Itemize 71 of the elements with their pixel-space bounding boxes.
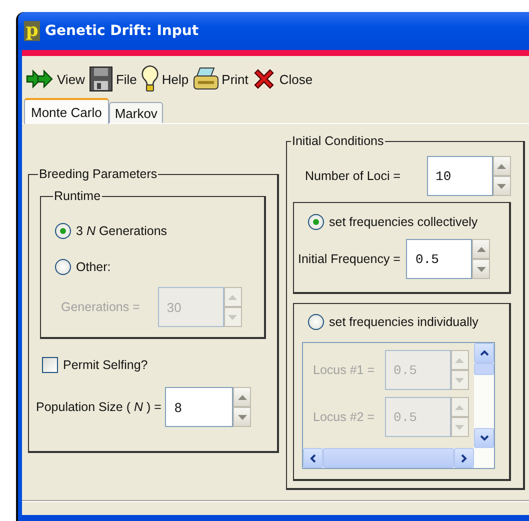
scroll-left-button[interactable] <box>303 448 323 468</box>
up-triangle-icon <box>455 358 464 362</box>
scroll-thumb[interactable] <box>474 363 494 375</box>
up-triangle-icon <box>228 294 238 300</box>
tab[interactable]: Monte Carlo <box>24 98 109 124</box>
chevron-down-icon <box>480 435 488 441</box>
radio-button[interactable] <box>55 223 71 239</box>
app-icon: p <box>24 21 40 41</box>
toolbar-button[interactable]: Help <box>140 65 189 93</box>
light-bulb-icon <box>140 65 159 93</box>
scroll-up-button[interactable] <box>474 343 494 363</box>
down-triangle-icon <box>497 184 506 188</box>
down-triangle-icon <box>228 314 238 320</box>
spin-up-button[interactable] <box>224 287 242 307</box>
down-triangle-icon <box>455 378 464 382</box>
tab[interactable]: Markov <box>108 102 164 123</box>
spin-down-button[interactable] <box>233 407 252 427</box>
toolbar-button[interactable]: Print <box>192 67 248 91</box>
spin-down-button[interactable] <box>450 417 469 437</box>
chevron-left-icon <box>310 454 316 462</box>
up-triangle-icon <box>497 164 506 168</box>
field-label: Locus #2 = <box>313 410 375 424</box>
group-title: Runtime <box>53 189 102 203</box>
radio-button[interactable] <box>308 214 324 230</box>
chevron-up-icon <box>480 350 488 356</box>
field-label: Generations = <box>61 300 140 314</box>
spin-down-button[interactable] <box>224 307 242 327</box>
toolbar-button[interactable]: View <box>26 69 85 89</box>
toolbar-button[interactable]: File <box>88 66 137 92</box>
checkbox[interactable] <box>42 357 58 373</box>
up-triangle-icon <box>455 404 464 410</box>
radio-button[interactable] <box>308 314 324 330</box>
field-label: Initial Frequency = <box>298 252 400 266</box>
field-label: Population Size ( N ) = <box>36 400 162 414</box>
down-triangle-icon <box>238 414 247 420</box>
printer-icon <box>192 67 219 91</box>
spin-up-button[interactable] <box>450 397 469 417</box>
spin-up-button[interactable] <box>450 350 469 370</box>
number-field[interactable]: 10 <box>426 156 493 196</box>
checkbox-label: Permit Selfing? <box>63 358 148 372</box>
group-title: Initial Conditions <box>291 134 385 148</box>
scroll-down-button[interactable] <box>474 428 494 448</box>
spin-up-button[interactable] <box>233 387 252 407</box>
chevron-right-icon <box>461 454 467 462</box>
vertical-scrollbar[interactable] <box>474 343 494 448</box>
number-field[interactable]: 8 <box>165 387 234 427</box>
close-icon <box>252 67 276 91</box>
spin-down-button[interactable] <box>450 370 469 390</box>
down-triangle-icon <box>455 424 464 430</box>
down-triangle-icon <box>476 266 486 272</box>
window-title: Genetic Drift: Input <box>45 23 199 39</box>
double-arrow-icon <box>26 69 54 89</box>
spin-up-button[interactable] <box>472 239 490 259</box>
number-field[interactable]: 0.5 <box>406 239 472 279</box>
radio-label: 3 N Generations <box>76 224 168 238</box>
toolbar-button[interactable]: Close <box>252 67 313 91</box>
radio-label: Other: <box>76 260 111 274</box>
scroll-thumb[interactable] <box>323 448 454 468</box>
radio-label: set frequencies collectively <box>329 215 478 229</box>
field-label: Locus #1 = <box>313 363 375 377</box>
spin-down-button[interactable] <box>472 259 490 279</box>
radio-label: set frequencies individually <box>329 315 478 329</box>
field-label: Number of Loci = <box>305 169 401 183</box>
spin-down-button[interactable] <box>492 176 511 196</box>
group-title: Breeding Parameters <box>38 167 158 181</box>
scroll-right-button[interactable] <box>454 448 474 468</box>
up-triangle-icon <box>476 246 486 252</box>
up-triangle-icon <box>238 394 247 400</box>
radio-button[interactable] <box>55 259 71 275</box>
spin-up-button[interactable] <box>492 156 511 176</box>
horizontal-scrollbar[interactable] <box>303 448 494 468</box>
